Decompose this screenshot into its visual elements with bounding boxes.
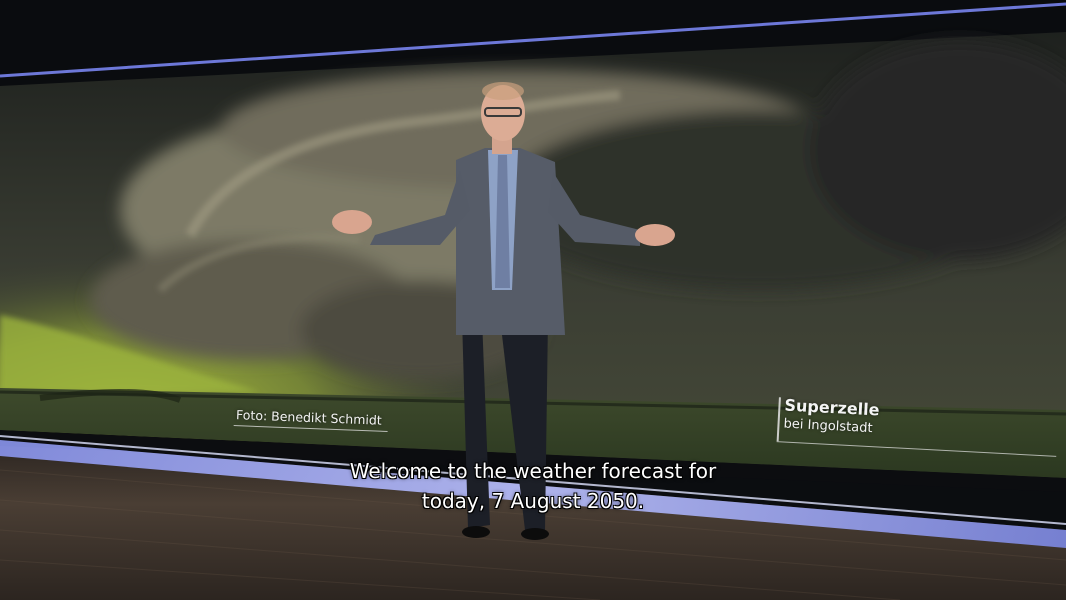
subtitles: Welcome to the weather forecast for toda… (0, 456, 1066, 516)
subtitle-line-1: Welcome to the weather forecast for (349, 459, 717, 483)
subtitle-line-2: today, 7 August 2050. (421, 489, 645, 513)
location-caption: Superzelle bei Ingolstadt (776, 396, 1057, 457)
